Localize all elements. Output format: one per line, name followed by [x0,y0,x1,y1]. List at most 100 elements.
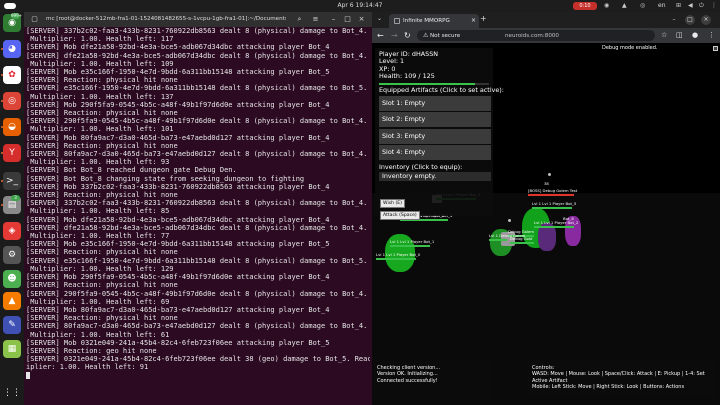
terminal-output[interactable]: [SERVER] 337b2c02-faa3-433b-8231-760922d… [26,27,370,405]
new-tab-icon[interactable]: + [480,14,487,23]
notes-app-icon[interactable]: ▦ [3,340,21,358]
browser-tray-icon[interactable]: ◉ [604,2,609,9]
address-bar[interactable]: ⚠ Not secure neuroids.com:8000 [417,30,655,41]
terminal-line: Multiplier: 1.00. Health left: 93 [26,158,170,167]
hamburger-menu-icon[interactable]: ≡ [310,14,321,25]
url-text[interactable]: neuroids.com:8000 [505,33,559,39]
chrome-icon[interactable]: ◎ [3,92,21,110]
back-icon[interactable]: ← [377,31,384,40]
terminal-line: [SERVER] 337b2c02-faa3-433b-8231-760922d… [26,199,370,208]
discord-icon[interactable]: ◕ [3,40,21,58]
terminal-line: [SERVER] Reaction: physical hit none [26,109,178,118]
frog-app-icon[interactable]: ☻ [3,270,21,288]
player-health: Health: 109 / 125 [379,72,435,81]
terminal-window[interactable]: ▢ mc [root@docker-512mb-fra1-01-15240814… [24,12,372,405]
window-close-icon[interactable]: × [701,15,711,25]
tab-close-icon[interactable]: × [471,17,476,24]
controls-help: Controls: WASD: Move | Mouse: Look | Spa… [528,359,716,397]
not-secure-label[interactable]: Not secure [430,33,460,39]
terminal-line: [SERVER] Mob e35c166f-1950-4e7d-9bdd-6a3… [26,240,330,249]
mob-nameplate: Bot_8 [563,216,574,221]
game-canvas[interactable]: Debug mode enabled. [BOSS] Debug Golem T… [372,43,720,405]
wish-button[interactable]: Wish (E) [380,199,405,208]
minimize-icon[interactable]: – [328,14,339,25]
terminal-line: [SERVER] Mob 0321e049-241a-45b4-82c4-6fe… [26,338,330,347]
window-restore-icon[interactable]: □ [685,15,695,25]
inventory-empty-text: Inventory empty. [379,172,491,182]
artifact-slot-1[interactable]: Slot 1: Empty [379,95,491,111]
clock[interactable]: Apr 6 19:14:47 [0,2,720,9]
terminal-icon[interactable]: >_ [3,172,21,190]
menu-dots-icon[interactable]: ⋮ [711,2,717,9]
terminal-tab-icon[interactable]: ▢ [29,14,40,25]
bell-icon[interactable]: ▲ [622,2,627,9]
pencil-app-icon[interactable]: ✎ [3,316,21,334]
browser-window[interactable]: ⌄ Infinite MMORPG × + – □ × ← → ↻ ⚠ Not … [372,12,720,405]
debug-mode-label: Debug mode enabled. [602,45,658,51]
dock: ◉ 999+ ◕ ✿ ◎ ◒ Y >_ ▤ 3 ◈ ⚙ ☻ ▲ ✎ ▦ ⋮⋮ [0,12,24,405]
terminal-line: Multiplier: 1.00. Health left: 101 [26,125,174,134]
terminal-line: [SERVER] Reaction: geo hit none [26,346,157,355]
terminal-titlebar[interactable]: ▢ mc [root@docker-512mb-fra1-01-15240814… [24,12,372,27]
network-icon[interactable]: ⊞ [676,2,681,9]
show-apps-icon[interactable]: ⋮⋮ [3,384,21,402]
google-photos-icon[interactable]: ✿ [3,66,21,84]
terminal-line: Multiplier: 1.00. Health left: 85 [26,207,170,216]
window-minimize-icon[interactable]: – [669,15,679,25]
profile-avatar-icon[interactable]: ● [692,31,698,40]
terminal-line: [SERVER] Reaction: physical hit none [26,281,178,290]
tab-search-chevron-icon[interactable]: ⌄ [377,15,382,22]
tab-infinite-mmorpg[interactable]: Infinite MMORPG × [389,14,479,28]
terminal-line: Multiplier: 1.00. Health left: 129 [26,264,174,273]
bot-nameplate: Lvl 1 Lvl 1 Player Bot_2 [534,220,578,228]
terminal-line: Multiplier: 1.00. Health left: 117 [26,35,174,44]
search-icon[interactable]: ⌕ [294,14,305,25]
terminal-line: [SERVER] 80fa9ac7-d3a0-465d-ba73-e47aebd… [26,150,370,159]
settings-icon[interactable]: ⚙ [3,246,21,264]
vlc-icon[interactable]: ▲ [3,292,21,310]
running-indicator [1,74,3,76]
terminal-line: [SERVER] Mob dfe21a58-92bd-4e3a-bce5-adb… [26,43,330,52]
terminal-line: [SERVER] Bot Bot_8 changing state from s… [26,174,305,183]
artifact-slot-2[interactable]: Slot 2: Empty [379,112,491,128]
attack-button[interactable]: Attack (Space) [380,211,420,220]
recording-indicator[interactable]: 0:10 [573,2,597,10]
bot-nameplate: Lvl 1 Lvl 1 Player Bot_5 [532,201,576,209]
running-indicator [1,100,3,102]
language-indicator[interactable]: en [658,2,666,9]
tab-title: Infinite MMORPG [403,18,450,24]
terminal-scrollbar[interactable] [368,27,371,405]
extension-icon[interactable]: ◫ [676,31,683,40]
terminal-line: [SERVER] Reaction: physical hit none [26,141,178,150]
terminal-line: [SERVER] Reaction: physical hit none [26,314,178,323]
mob-count-label: 38 [544,181,549,186]
shield-app-icon[interactable]: ◈ [3,222,21,240]
firefox-icon[interactable]: ◒ [3,118,21,136]
chrome-tray-icon[interactable]: ◎ [640,2,645,9]
terminal-title: mc [root@docker-512mb-fra1-01-1524081482… [46,16,286,22]
dock-badge: 3 [11,195,20,201]
navigation-bar: ← → ↻ ⚠ Not secure neuroids.com:8000 ☆ ◫… [372,28,720,43]
terminal-line: [SERVER] Mob e35c166f-1950-4e7d-9bdd-6a3… [26,68,330,77]
dock-badge: 999+ [11,13,22,19]
terminal-line: [SERVER] dfe21a58-92bd-4e3a-bce5-adb067d… [26,51,370,60]
browser-menu-icon[interactable]: ⋮ [708,31,715,40]
bot-nameplate: Lvl 1 Lvl 1 Player Bot_1 [390,239,434,247]
maximize-icon[interactable]: □ [342,14,353,25]
power-icon[interactable]: ⏻ [699,2,704,10]
terminal-line: Multiplier: 1.00. Health left: 61 [26,330,170,339]
terminal-line: [SERVER] Reaction: physical hit none [26,76,178,85]
forward-icon[interactable]: → [391,31,398,40]
terminal-line: [SERVER] Mob 290f5fa9-0545-4b5c-a48f-49b… [26,273,330,282]
not-secure-warning-icon[interactable]: ⚠ [423,32,428,39]
bookmark-star-icon[interactable]: ☆ [661,31,667,40]
reload-icon[interactable]: ↻ [404,31,411,40]
artifact-slot-3[interactable]: Slot 3: Empty [379,128,491,144]
artifact-slot-4[interactable]: Slot 4: Empty [379,145,491,161]
yandex-icon[interactable]: Y [3,144,21,162]
boss-nameplate: [BOSS] Debug Golem Test [528,188,577,196]
volume-icon[interactable]: ◀ [688,2,693,9]
close-icon[interactable]: × [356,14,367,25]
terminal-line: [SERVER] 290f5fa9-0545-4b5c-a48f-49b1f97… [26,117,370,126]
debug-toggle-checkbox[interactable] [713,46,718,51]
